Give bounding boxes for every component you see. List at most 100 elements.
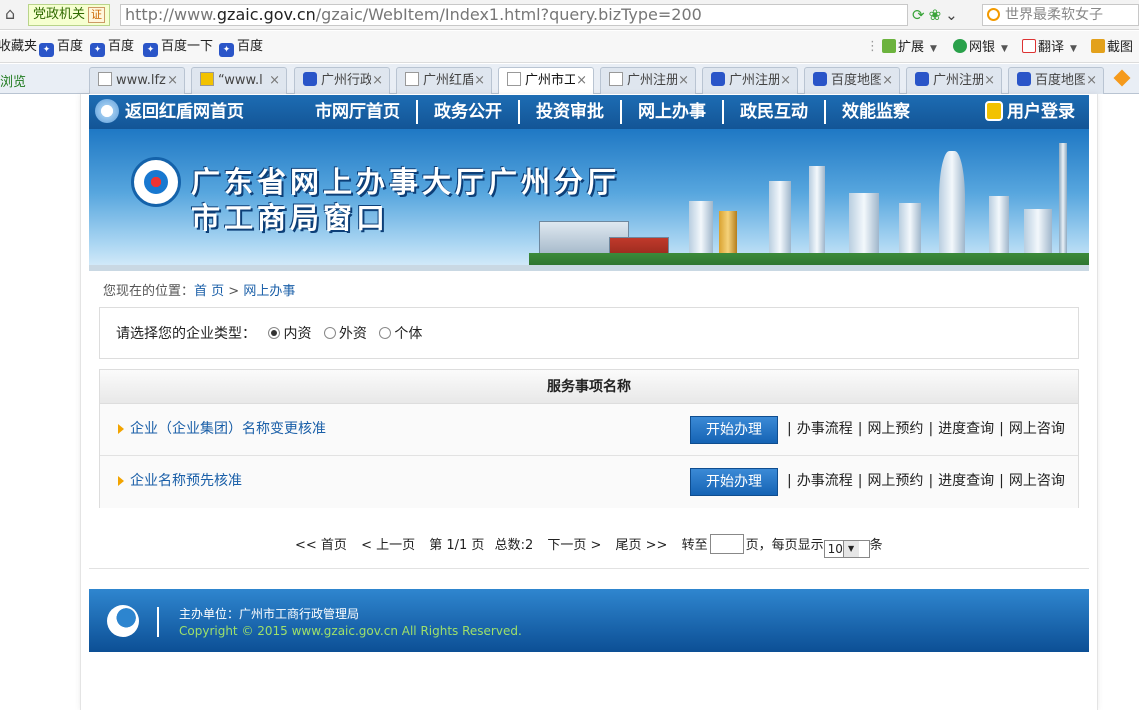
breadcrumb-home[interactable]: 首 页 [194,284,224,299]
chevron-down-icon[interactable]: ⌄ [945,6,962,24]
consult-link[interactable]: 网上咨询 [1009,421,1065,437]
radio-individual[interactable] [379,327,392,339]
home-icon[interactable]: ⌂ [5,5,23,23]
favorite-label: 百度一下 [161,39,214,54]
site-tag[interactable]: 党政机关证 [28,4,111,26]
action-separator: | [857,421,863,437]
pager-next[interactable]: 下一页 > [547,538,601,553]
banner-shadow [89,265,1089,271]
action-separator: | [787,421,792,437]
nav-menu: 市网厅首页 政务公开 投资审批 网上办事 政民互动 效能监察 [305,100,926,124]
enterprise-type-question: 请选择您的企业类型： [116,326,256,342]
pager-last[interactable]: 尾页 >> [616,538,668,553]
baidu-paw-icon: ✦ [219,43,234,57]
search-input[interactable]: 世界最柔软女子 [982,4,1139,26]
extensions-button[interactable]: 扩展 ▼ [882,39,937,55]
ebank-button[interactable]: 网银 ▼ [953,39,1008,55]
tab-9[interactable]: 广州注册 × [906,67,1002,94]
breadcrumb-current[interactable]: 网上办事 [243,284,295,299]
page-jump-input[interactable] [709,534,744,554]
compat-icon[interactable]: ❀ [929,6,946,24]
page-icon [98,72,112,86]
consult-link[interactable]: 网上咨询 [1009,473,1065,489]
enterprise-type-row: 请选择您的企业类型： 内资 外资 个体 [116,325,422,343]
screenshot-button[interactable]: 截图 [1091,39,1133,55]
reserve-link[interactable]: 网上预约 [867,421,923,437]
nav-item-online-service[interactable]: 网上办事 [622,100,724,124]
radio-foreign-label[interactable]: 外资 [339,326,367,342]
refresh-icon[interactable]: ⟳ [912,6,929,24]
action-separator: | [999,473,1004,489]
pager-unit: 条 [869,538,883,553]
tab-label: 广州行政 [321,73,371,88]
close-icon[interactable]: × [269,68,280,94]
tab-4[interactable]: 广州红盾 × [396,67,492,94]
radio-foreign[interactable] [323,327,336,339]
service-name-link[interactable]: 企业（企业集团）名称变更核准 [130,420,326,438]
progress-link[interactable]: 进度查询 [938,473,994,489]
close-icon[interactable]: × [167,68,178,94]
caret-down-icon[interactable]: ▼ [842,541,859,557]
tab-overflow-icon[interactable] [1113,69,1131,87]
tab-10[interactable]: 百度地图 × [1008,67,1104,94]
radio-domestic-label[interactable]: 内资 [283,326,311,342]
nav-item-public[interactable]: 政务公开 [418,100,520,124]
action-separator: | [928,473,934,489]
action-separator: | [928,421,934,437]
login-label: 用户登录 [1007,102,1075,122]
tab-2[interactable]: “www.l × [191,67,287,94]
favorite-baidu-3[interactable]: ✦ 百度 [219,39,263,57]
favorite-baidu-1[interactable]: ✦ 百度 [39,39,83,57]
baidu-paw-icon [915,72,929,86]
close-icon[interactable]: × [882,68,893,94]
nav-item-supervision[interactable]: 效能监察 [826,100,926,124]
close-icon[interactable]: × [678,68,689,94]
pager-first[interactable]: << 首页 [295,538,347,553]
reserve-link[interactable]: 网上预约 [867,473,923,489]
close-icon[interactable]: × [1086,68,1097,94]
footer-organizer: 主办单位：广州市工商行政管理局 [179,607,360,621]
tab-5-active[interactable]: 广州市工 × [498,67,594,95]
favorites-folder[interactable]: 收藏夹 [0,39,37,55]
radio-domestic[interactable] [268,327,281,339]
tool-label: 网银 [969,40,996,55]
page-size-select[interactable]: 10 ▼ [823,540,870,558]
nav-item-portal[interactable]: 市网厅首页 [305,100,418,124]
action-separator: | [857,473,863,489]
tab-1[interactable]: www.lfz × [89,67,185,94]
close-icon[interactable]: × [474,68,485,94]
tab-label: www.lfz [116,73,166,88]
login-link[interactable]: 用户登录 [985,99,1075,125]
scissors-icon [1091,39,1105,53]
close-icon[interactable]: × [984,68,995,94]
process-link[interactable]: 办事流程 [797,473,853,489]
process-link[interactable]: 办事流程 [797,421,853,437]
close-icon[interactable]: × [780,68,791,94]
close-icon[interactable]: × [372,68,383,94]
baidu-paw-icon [813,72,827,86]
url-tools: ⟳❀⌄ [912,6,978,24]
site-tag-label: 党政机关 [33,7,86,22]
start-button[interactable]: 开始办理 [690,468,778,496]
start-button[interactable]: 开始办理 [690,416,778,444]
service-table: 服务事项名称 企业（企业集团）名称变更核准 开始办理 | 办事流程 | 网上预约 | 进度… [99,369,1079,508]
radio-individual-label[interactable]: 个体 [394,326,422,342]
translate-button[interactable]: 翻译 ▼ [1022,39,1077,55]
baidu-paw-icon [711,72,725,86]
pager-prev[interactable]: < 上一页 [361,538,415,553]
progress-link[interactable]: 进度查询 [938,421,994,437]
tab-7[interactable]: 广州注册 × [702,67,798,94]
nav-item-investment[interactable]: 投资审批 [520,100,622,124]
tab-3[interactable]: 广州行政 × [294,67,390,94]
favorite-baidu-search[interactable]: ✦ 百度一下 [143,39,214,57]
close-icon[interactable]: × [576,68,587,94]
back-home-link[interactable]: 返回红盾网首页 [95,99,244,125]
url-input[interactable]: http://www.gzaic.gov.cn/gzaic/WebItem/In… [120,4,908,26]
baidu-paw-icon: ✦ [39,43,54,57]
tab-6[interactable]: 广州注册 × [600,67,696,94]
pager-info: 第 1/1 页 [429,538,485,553]
service-name-link[interactable]: 企业名称预先核准 [130,472,242,490]
nav-item-interaction[interactable]: 政民互动 [724,100,826,124]
tab-8[interactable]: 百度地图 × [804,67,900,94]
favorite-baidu-2[interactable]: ✦ 百度 [90,39,134,57]
